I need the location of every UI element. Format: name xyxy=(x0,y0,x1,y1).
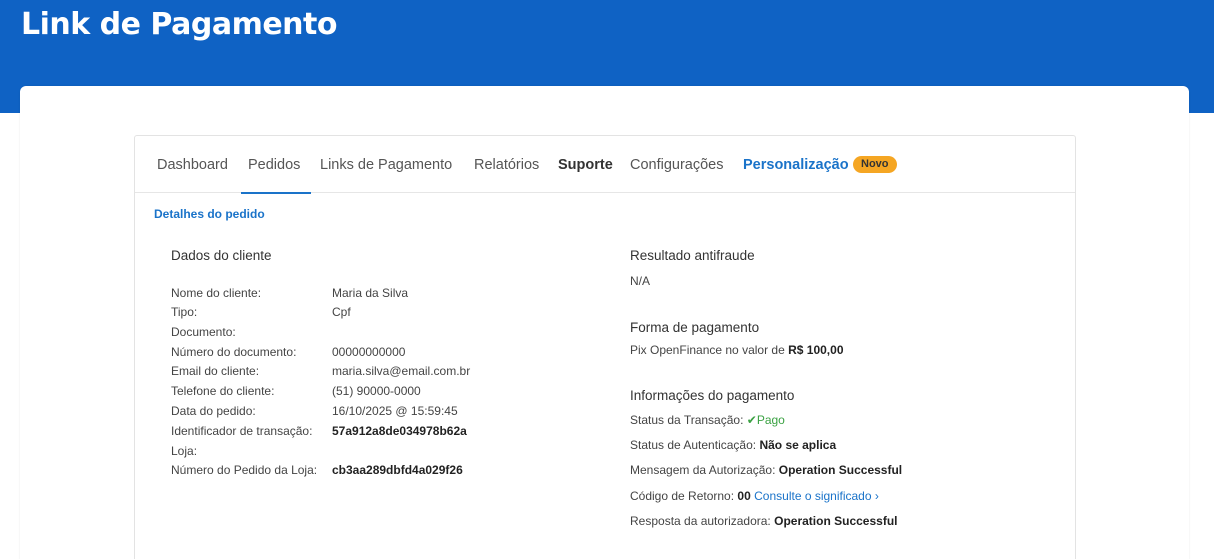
field-label: Email do cliente: xyxy=(171,364,260,378)
client-heading: Dados do cliente xyxy=(171,248,272,263)
field-label: Identificador de transação: xyxy=(171,424,313,438)
tab-suporte[interactable]: Suporte xyxy=(558,157,613,173)
auth-status-label: Status de Autenticação: xyxy=(630,438,757,452)
field-label: Telefone do cliente: xyxy=(171,384,275,398)
field-label: Número do Pedido da Loja: xyxy=(171,463,318,477)
field-value: Maria da Silva xyxy=(332,286,409,300)
authorizer-response-row: Resposta da autorizadora: Operation Succ… xyxy=(630,514,897,528)
payment-amount: R$ 100,00 xyxy=(788,343,844,357)
auth-status-row: Status de Autenticação: Não se aplica xyxy=(630,438,836,452)
field-value: 00000000000 xyxy=(332,345,406,359)
field-label: Número do documento: xyxy=(171,345,297,359)
payment-method-text: Pix OpenFinance no valor de xyxy=(630,343,785,357)
field-value: maria.silva@email.com.br xyxy=(332,364,471,378)
tab-personalizacao[interactable]: Personalização xyxy=(743,157,849,173)
field-label: Loja: xyxy=(171,444,198,458)
tab-pedidos[interactable]: Pedidos xyxy=(248,157,300,173)
nav-tabs: Dashboard Pedidos Links de Pagamento Rel… xyxy=(135,136,1075,194)
authorizer-response-label: Resposta da autorizadora: xyxy=(630,514,771,528)
auth-message-row: Mensagem da Autorização: Operation Succe… xyxy=(630,463,902,477)
tab-configuracoes[interactable]: Configurações xyxy=(630,157,724,173)
auth-message-label: Mensagem da Autorização: xyxy=(630,463,776,477)
tab-dashboard[interactable]: Dashboard xyxy=(157,157,228,173)
payment-method-heading: Forma de pagamento xyxy=(630,320,760,335)
antifraud-value: N/A xyxy=(630,274,651,288)
field-label: Data do pedido: xyxy=(171,404,256,418)
order-details-link[interactable]: Detalhes do pedido xyxy=(154,207,265,221)
field-value: (51) 90000-0000 xyxy=(332,384,421,398)
payment-method-row: Pix OpenFinance no valor de R$ 100,00 xyxy=(630,343,844,357)
return-code-value: 00 xyxy=(737,489,751,503)
transaction-status-value: Pago xyxy=(756,413,785,427)
transaction-id: 57a912a8de034978b62a xyxy=(332,424,467,438)
tab-relatorios[interactable]: Relatórios xyxy=(474,157,539,173)
store-order-id: cb3aa289dbfd4a029f26 xyxy=(332,463,463,477)
auth-status-value: Não se aplica xyxy=(759,438,837,452)
active-tab-indicator xyxy=(241,192,311,194)
page-title: Link de Pagamento xyxy=(21,7,337,42)
authorizer-response-value: Operation Successful xyxy=(774,514,898,528)
transaction-status-row: Status da Transação: ✔Pago xyxy=(630,413,785,427)
antifraud-heading: Resultado antifraude xyxy=(630,248,755,263)
field-label: Tipo: xyxy=(171,305,198,319)
tab-links-de-pagamento[interactable]: Links de Pagamento xyxy=(320,157,452,173)
auth-message-value: Operation Successful xyxy=(778,463,903,477)
chevron-right-icon[interactable]: › xyxy=(875,489,879,503)
field-label: Nome do cliente: xyxy=(171,286,262,300)
field-value: Cpf xyxy=(332,305,351,319)
field-label: Documento: xyxy=(171,325,236,339)
return-code-row: Código de Retorno: 00 Consulte o signifi… xyxy=(630,489,879,503)
novo-badge: Novo xyxy=(853,156,897,173)
transaction-status-label: Status da Transação: xyxy=(630,413,744,427)
return-code-link[interactable]: Consulte o significado xyxy=(754,489,871,503)
check-icon: ✔ xyxy=(746,413,757,427)
return-code-label: Código de Retorno: xyxy=(630,489,735,503)
field-value: 16/10/2025 @ 15:59:45 xyxy=(332,404,458,418)
order-panel: Dashboard Pedidos Links de Pagamento Rel… xyxy=(134,135,1076,559)
payment-info-heading: Informações do pagamento xyxy=(630,388,795,403)
